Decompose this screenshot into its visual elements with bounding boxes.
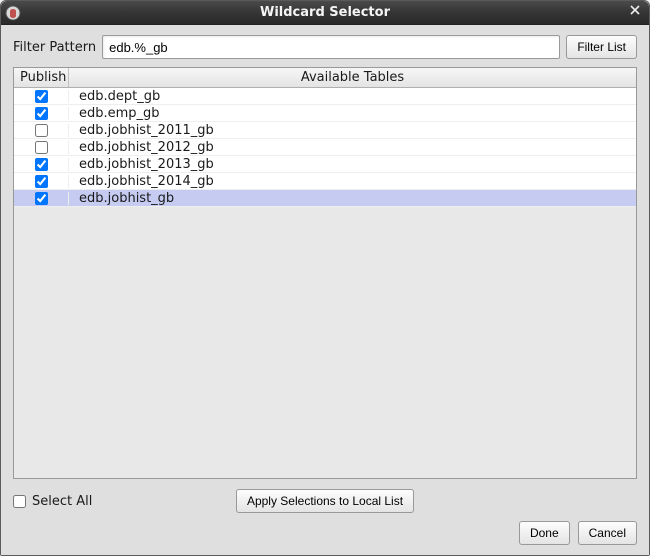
select-all-label: Select All [32, 494, 92, 509]
table-row[interactable]: edb.jobhist_2013_gb [14, 156, 636, 173]
publish-checkbox[interactable] [35, 141, 48, 154]
publish-checkbox[interactable] [35, 90, 48, 103]
table-name-cell: edb.dept_gb [69, 89, 636, 104]
footer-row-2: Done Cancel [13, 521, 637, 545]
titlebar: Wildcard Selector [1, 1, 649, 25]
table-name-cell: edb.emp_gb [69, 106, 636, 121]
table-name-cell: edb.jobhist_gb [69, 191, 636, 206]
filter-pattern-input[interactable] [102, 35, 560, 59]
cancel-button[interactable]: Cancel [578, 521, 637, 545]
publish-checkbox[interactable] [35, 124, 48, 137]
table-name-cell: edb.jobhist_2014_gb [69, 174, 636, 189]
filter-pattern-label: Filter Pattern [13, 40, 96, 55]
publish-checkbox[interactable] [35, 107, 48, 120]
table-row[interactable]: edb.jobhist_gb [14, 190, 636, 207]
filter-row: Filter Pattern Filter List [13, 35, 637, 59]
select-all-checkbox[interactable] [13, 495, 26, 508]
table-name-cell: edb.jobhist_2013_gb [69, 157, 636, 172]
filter-list-button[interactable]: Filter List [566, 35, 637, 59]
table-name-cell: edb.jobhist_2012_gb [69, 140, 636, 155]
table-name-cell: edb.jobhist_2011_gb [69, 123, 636, 138]
publish-cell [14, 107, 69, 120]
apply-selections-button[interactable]: Apply Selections to Local List [236, 489, 414, 513]
table-row[interactable]: edb.jobhist_2011_gb [14, 122, 636, 139]
column-header-available[interactable]: Available Tables [69, 68, 636, 87]
window-title: Wildcard Selector [1, 5, 649, 20]
table-row[interactable]: edb.emp_gb [14, 105, 636, 122]
publish-cell [14, 158, 69, 171]
footer-row-1: Select All Apply Selections to Local Lis… [13, 487, 637, 515]
publish-cell [14, 141, 69, 154]
publish-cell [14, 192, 69, 205]
table-header: Publish Available Tables [14, 68, 636, 88]
publish-cell [14, 175, 69, 188]
app-icon [5, 5, 21, 21]
publish-cell [14, 124, 69, 137]
publish-checkbox[interactable] [35, 175, 48, 188]
column-header-publish[interactable]: Publish [14, 68, 69, 87]
dialog-window: Wildcard Selector Filter Pattern Filter … [0, 0, 650, 556]
table-row[interactable]: edb.jobhist_2012_gb [14, 139, 636, 156]
publish-checkbox[interactable] [35, 192, 48, 205]
table-body[interactable]: edb.dept_gb edb.emp_gb edb.jobhist_2011_gb… [14, 88, 636, 478]
dialog-content: Filter Pattern Filter List Publish Avail… [1, 25, 649, 555]
tables-panel: Publish Available Tables edb.dept_gbedb.… [13, 67, 637, 479]
table-row[interactable]: edb.jobhist_2014_gb [14, 173, 636, 190]
select-all-wrap[interactable]: Select All [13, 494, 92, 509]
publish-cell [14, 90, 69, 103]
done-button[interactable]: Done [519, 521, 570, 545]
table-row[interactable]: edb.dept_gb [14, 88, 636, 105]
publish-checkbox[interactable] [35, 158, 48, 171]
close-icon[interactable] [627, 5, 643, 21]
